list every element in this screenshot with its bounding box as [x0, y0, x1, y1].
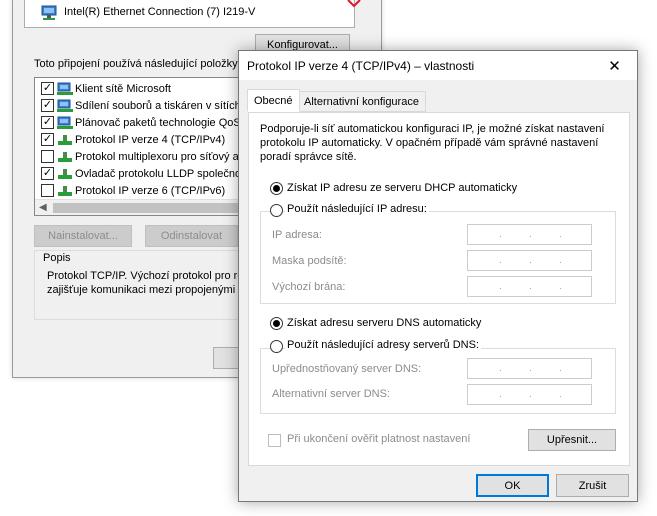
list-item-label: Protokol multiplexoru pro síťový adaptér	[75, 150, 258, 163]
tab-label: Alternativní konfigurace	[304, 95, 419, 108]
list-item-label: Klient sítě Microsoft	[75, 82, 171, 95]
protocol-icon	[58, 152, 72, 162]
list-item[interactable]: ✓ Plánovač paketů technologie QoS	[35, 114, 257, 131]
ip-auto-radio[interactable]	[270, 182, 283, 195]
info-text: Podporuje-li síť automatickou konfigurac…	[260, 123, 605, 135]
red-mark-icon	[345, 0, 365, 10]
scroll-left-icon[interactable]: ◀	[39, 202, 47, 213]
description-text: zajišťuje komunikaci mezi propojenými sí…	[47, 284, 238, 296]
list-item[interactable]: ✓ Sdílení souborů a tiskáren v sítích Mi…	[35, 97, 257, 114]
list-item-label: Protokol IP verze 4 (TCP/IPv4)	[75, 133, 226, 146]
list-item-label: Sdílení souborů a tiskáren v sítích Micr…	[75, 99, 257, 112]
subnet-mask-field[interactable]: ...	[467, 250, 592, 271]
gateway-field[interactable]: ...	[467, 276, 592, 297]
validate-checkbox[interactable]	[268, 434, 281, 447]
protocol-icon	[58, 186, 72, 196]
tab-general[interactable]: Obecné	[247, 89, 300, 112]
cancel-button[interactable]: Zrušit	[556, 474, 629, 497]
list-item[interactable]: ✓ Protokol IP verze 4 (TCP/IPv4)	[35, 131, 257, 148]
qos-scheduler-icon	[57, 116, 73, 129]
adapter-box: Intel(R) Ethernet Connection (7) I219-V	[24, 0, 355, 28]
dns-auto-label[interactable]: Získat adresu serveru DNS automaticky	[287, 317, 481, 329]
close-icon[interactable]: ✕	[592, 51, 637, 80]
list-item-label: Protokol IP verze 6 (TCP/IPv6)	[75, 184, 226, 197]
list-item[interactable]: ✓ Ovladač protokolu LLDP společnosti Mic…	[35, 165, 257, 182]
preferred-dns-label: Upřednostňovaný server DNS:	[272, 363, 422, 375]
scrollbar-thumb[interactable]	[53, 203, 251, 213]
ip-manual-label[interactable]: Použít následující IP adresu:	[285, 203, 429, 215]
ip-address-field[interactable]: ...	[467, 224, 592, 245]
dns-manual-label[interactable]: Použít následující adresy serverů DNS:	[285, 339, 481, 351]
install-button[interactable]: Nainstalovat...	[34, 225, 132, 247]
subnet-mask-label: Maska podsítě:	[272, 255, 347, 267]
tab-label: Obecné	[254, 94, 293, 107]
preferred-dns-field[interactable]: ...	[467, 358, 592, 379]
adapter-name: Intel(R) Ethernet Connection (7) I219-V	[64, 6, 256, 18]
dialog-title: Protokol IP verze 4 (TCP/IPv4) – vlastno…	[247, 58, 475, 73]
network-adapter-icon	[41, 5, 57, 20]
checkbox[interactable]	[41, 150, 54, 163]
checkbox[interactable]	[41, 184, 54, 197]
checkbox[interactable]: ✓	[41, 133, 54, 146]
ip-auto-label[interactable]: Získat IP adresu ze serveru DHCP automat…	[287, 182, 517, 194]
description-text-clip: Protokol TCP/IP. Výchozí protokol pro ro…	[47, 270, 238, 302]
alternate-dns-label: Alternativní server DNS:	[272, 388, 390, 400]
list-item[interactable]: Protokol IP verze 6 (TCP/IPv6)	[35, 182, 257, 199]
checkbox[interactable]: ✓	[41, 82, 54, 95]
uninstall-button[interactable]: Odinstalovat	[145, 225, 238, 247]
list-item-label: Plánovač paketů technologie QoS	[75, 116, 241, 129]
horizontal-scrollbar[interactable]: ◀	[35, 199, 257, 215]
protocol-icon	[58, 169, 72, 179]
tab-alternate-config[interactable]: Alternativní konfigurace	[297, 91, 426, 112]
alternate-dns-field[interactable]: ...	[467, 384, 592, 405]
info-text: protokolu IP automaticky. V opačném příp…	[260, 137, 599, 149]
items-label: Toto připojení používá následující polož…	[34, 58, 241, 70]
gateway-label: Výchozí brána:	[272, 281, 346, 293]
list-item[interactable]: Protokol multiplexoru pro síťový adaptér	[35, 148, 258, 165]
dns-manual-radio[interactable]	[270, 340, 283, 353]
file-sharing-icon	[57, 99, 73, 112]
description-text: Protokol TCP/IP. Výchozí protokol pro ro…	[47, 270, 238, 282]
checkbox[interactable]: ✓	[41, 99, 54, 112]
list-item-label: Ovladač protokolu LLDP společnosti Micro…	[75, 167, 257, 180]
client-network-icon	[57, 82, 73, 95]
validate-label: Při ukončení ověřit platnost nastavení	[287, 433, 471, 445]
ip-manual-radio[interactable]	[270, 204, 283, 217]
checkbox[interactable]: ✓	[41, 167, 54, 180]
ok-button[interactable]: OK	[476, 474, 549, 497]
ipv4-properties-dialog: Protokol IP verze 4 (TCP/IPv4) – vlastno…	[238, 50, 638, 502]
ip-address-label: IP adresa:	[272, 229, 322, 241]
description-label: Popis	[40, 252, 74, 264]
advanced-button[interactable]: Upřesnit...	[528, 429, 616, 451]
info-text: poradí správce sítě.	[260, 151, 357, 163]
checkbox[interactable]: ✓	[41, 116, 54, 129]
dns-auto-radio[interactable]	[270, 317, 283, 330]
title-bar[interactable]: Protokol IP verze 4 (TCP/IPv4) – vlastno…	[239, 51, 637, 80]
protocol-icon	[58, 135, 72, 145]
items-list[interactable]: ✓ Klient sítě Microsoft ✓ Sdílení soubor…	[34, 77, 258, 216]
list-item[interactable]: ✓ Klient sítě Microsoft	[35, 80, 257, 97]
